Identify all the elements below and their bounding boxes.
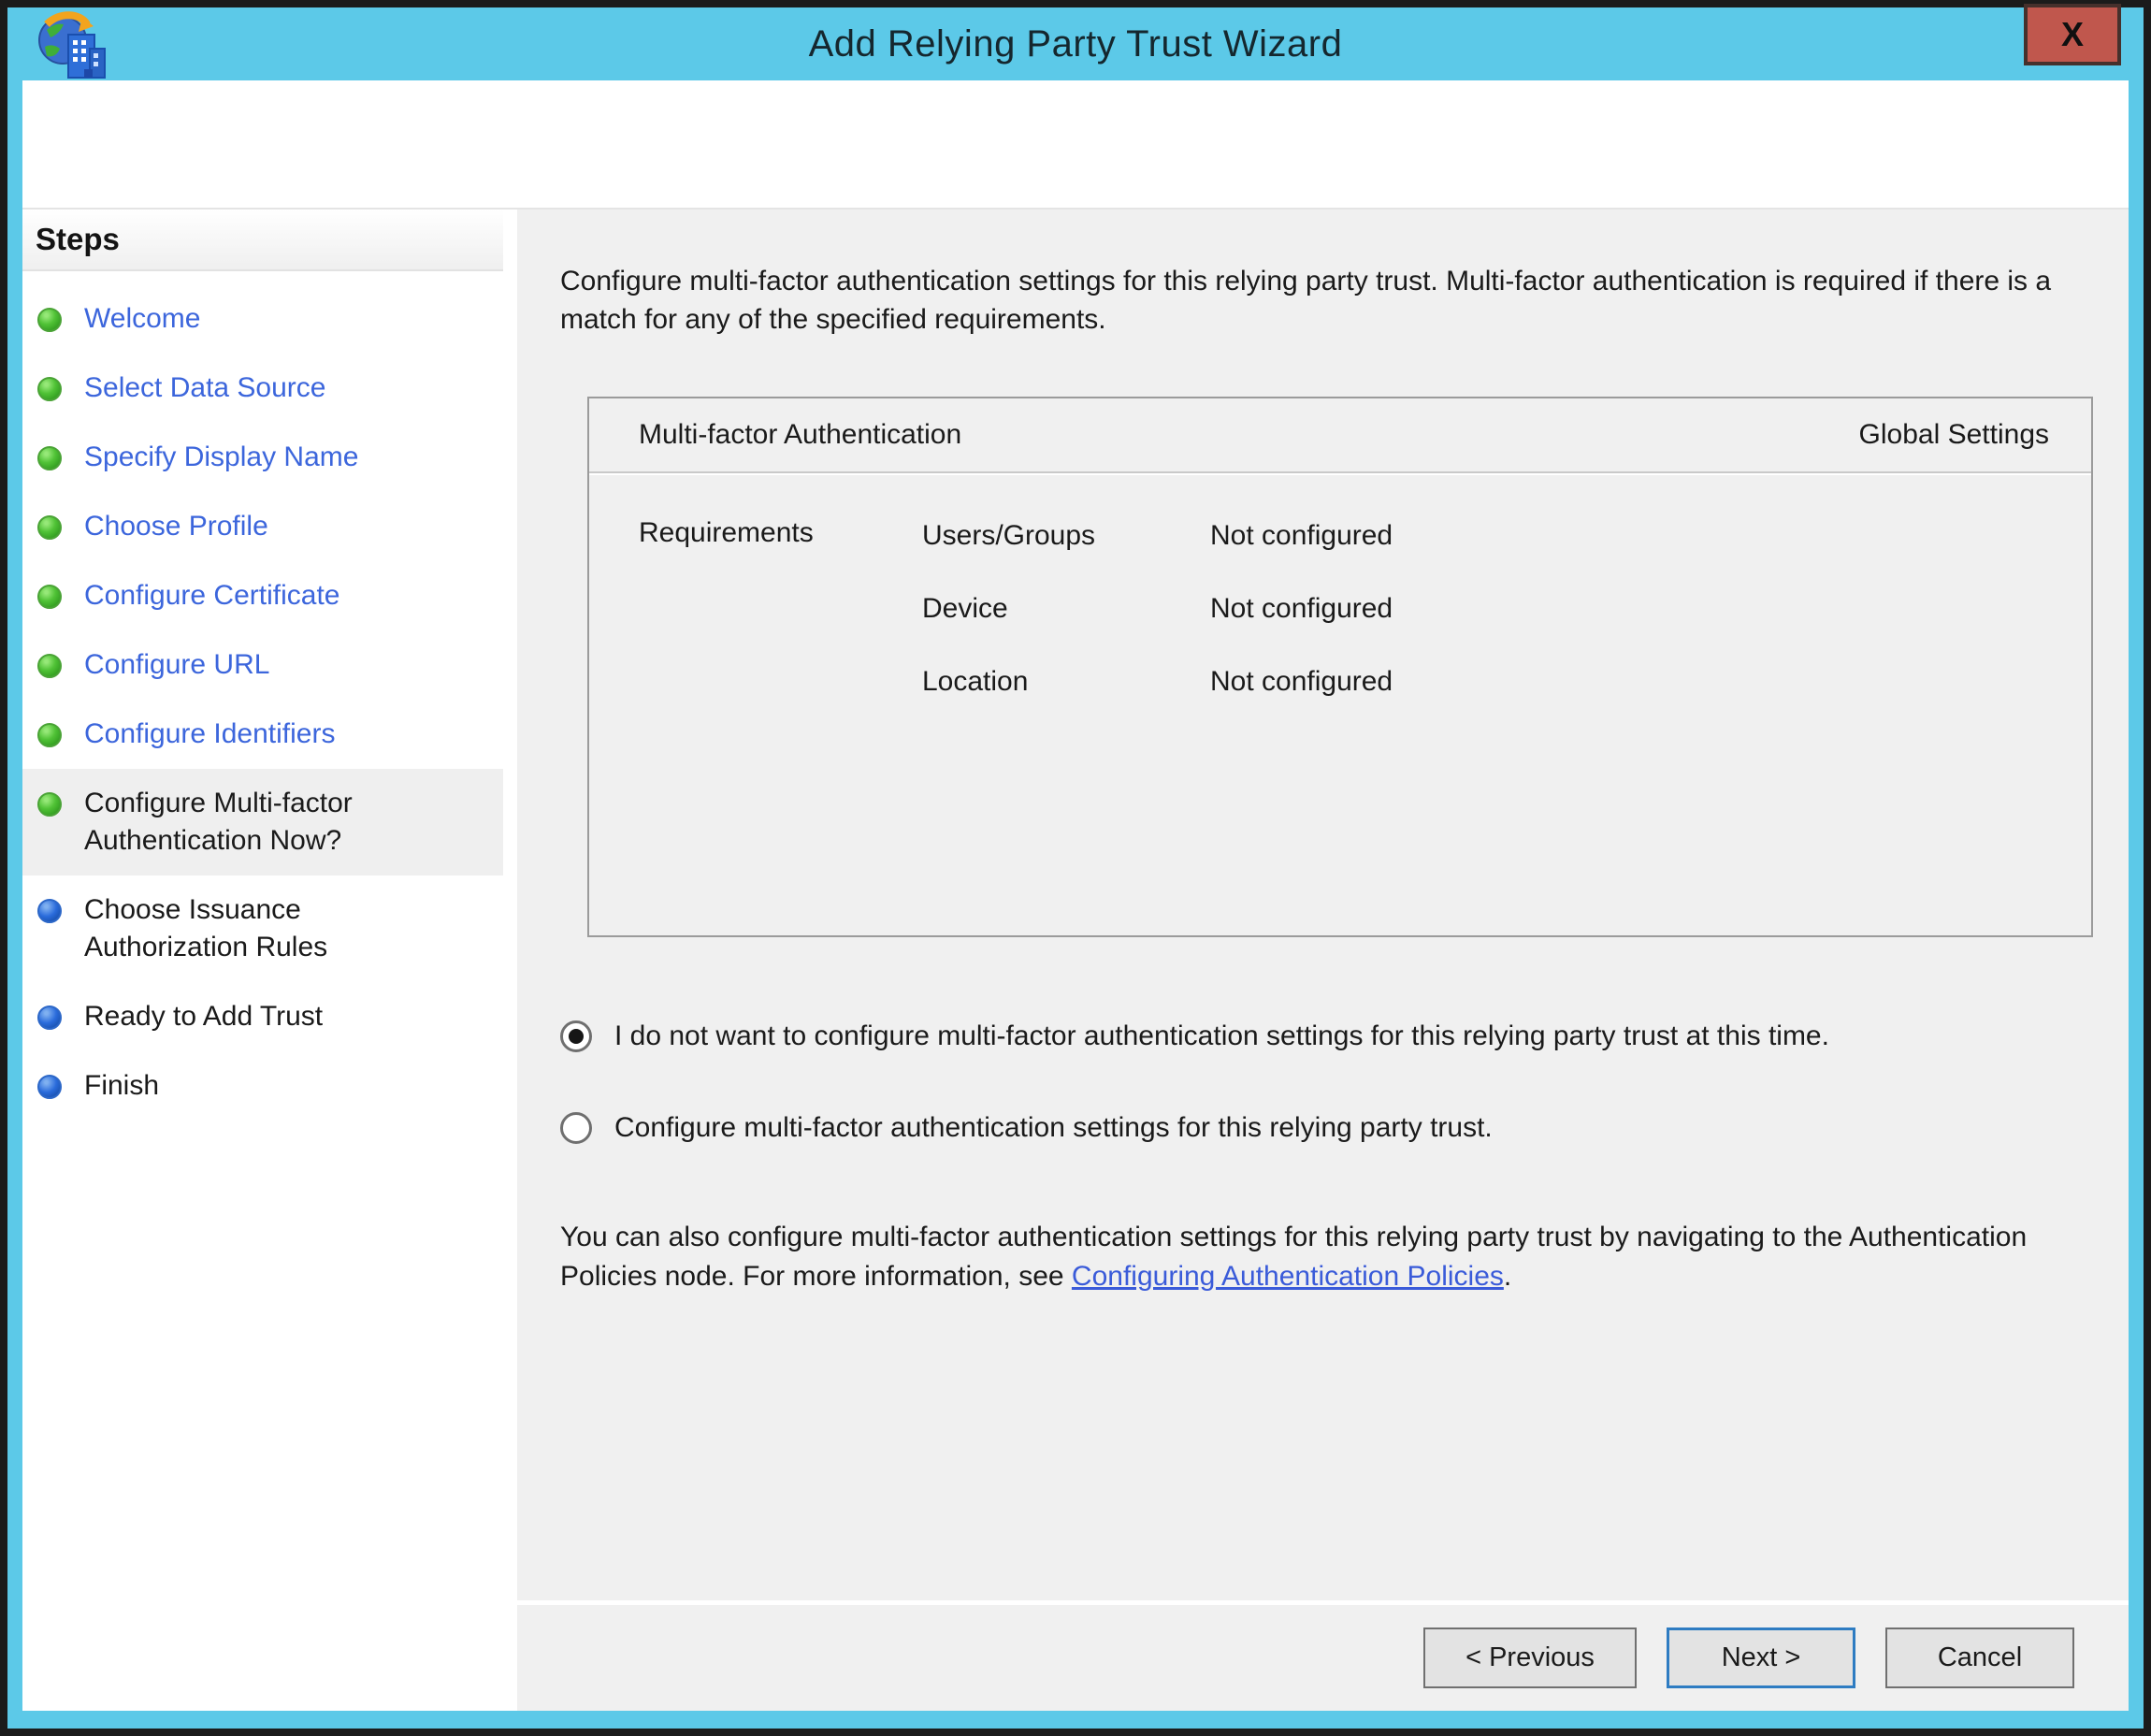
step-label: Configure Multi-factor Authentication No… <box>84 785 458 860</box>
radio-label: Configure multi-factor authentication se… <box>614 1109 1493 1147</box>
adfs-globe-buildings-icon <box>36 9 110 84</box>
window-title: Add Relying Party Trust Wizard <box>809 23 1343 65</box>
steps-heading-label: Steps <box>36 222 120 257</box>
requirement-name: Users/Groups <box>922 517 1210 555</box>
radio-do-not-configure-mfa[interactable]: I do not want to configure multi-factor … <box>560 1018 2091 1055</box>
step-configure-identifiers[interactable]: Configure Identifiers <box>22 700 503 769</box>
step-done-bullet-icon <box>37 792 62 817</box>
configuring-authentication-policies-link[interactable]: Configuring Authentication Policies <box>1072 1261 1504 1292</box>
step-done-bullet-icon <box>37 308 62 332</box>
steps-sidebar: Steps Welcome Select Data Source Specify… <box>22 210 503 1711</box>
footer-note: You can also configure multi-factor auth… <box>560 1218 2122 1296</box>
table-row: Device Not configured <box>922 590 2091 628</box>
step-done-bullet-icon <box>37 446 62 470</box>
wizard-page: Configure multi-factor authentication se… <box>517 210 2129 1711</box>
wizard-header-strip <box>22 80 2129 210</box>
step-label: Specify Display Name <box>84 439 358 476</box>
step-done-bullet-icon <box>37 723 62 747</box>
panel-body: Requirements Users/Groups Not configured… <box>589 473 2091 935</box>
step-done-bullet-icon <box>37 515 62 540</box>
wizard-window: Add Relying Party Trust Wizard X Steps W… <box>7 7 2144 1729</box>
requirements-label: Requirements <box>639 517 922 935</box>
table-row: Location Not configured <box>922 663 2091 701</box>
step-upcoming-bullet-icon <box>37 1005 62 1030</box>
step-upcoming-bullet-icon <box>37 899 62 923</box>
wizard-button-bar: < Previous Next > Cancel <box>517 1600 2129 1711</box>
step-label: Configure Certificate <box>84 577 339 615</box>
step-ready-to-add-trust: Ready to Add Trust <box>22 982 503 1051</box>
step-configure-url[interactable]: Configure URL <box>22 630 503 700</box>
steps-heading: Steps <box>22 210 503 271</box>
step-upcoming-bullet-icon <box>37 1075 62 1099</box>
step-specify-display-name[interactable]: Specify Display Name <box>22 423 503 492</box>
note-text-after-link: . <box>1504 1261 1511 1292</box>
step-label: Finish <box>84 1067 159 1105</box>
next-button[interactable]: Next > <box>1667 1628 1855 1688</box>
step-label: Welcome <box>84 300 200 338</box>
radio-selected-icon[interactable] <box>560 1020 592 1052</box>
step-configure-multi-factor-authentication-now: Configure Multi-factor Authentication No… <box>22 769 503 875</box>
cancel-button[interactable]: Cancel <box>1885 1628 2074 1688</box>
panel-title: Multi-factor Authentication <box>639 419 961 451</box>
radio-label: I do not want to configure multi-factor … <box>614 1018 1829 1055</box>
step-label: Select Data Source <box>84 369 325 407</box>
multi-factor-settings-panel: Multi-factor Authentication Global Setti… <box>587 397 2093 937</box>
panel-global-settings-label: Global Settings <box>1859 419 2049 451</box>
requirement-value: Not configured <box>1210 590 1393 628</box>
page-description: Configure multi-factor authentication se… <box>560 262 2122 339</box>
step-select-data-source[interactable]: Select Data Source <box>22 354 503 423</box>
step-done-bullet-icon <box>37 654 62 678</box>
radio-configure-mfa[interactable]: Configure multi-factor authentication se… <box>560 1109 2091 1147</box>
requirement-value: Not configured <box>1210 517 1393 555</box>
previous-button[interactable]: < Previous <box>1423 1628 1637 1688</box>
table-row: Users/Groups Not configured <box>922 517 2091 555</box>
step-welcome[interactable]: Welcome <box>22 284 503 354</box>
requirement-name: Device <box>922 590 1210 628</box>
step-configure-certificate[interactable]: Configure Certificate <box>22 561 503 630</box>
steps-list: Welcome Select Data Source Specify Displ… <box>22 271 503 1121</box>
step-label: Ready to Add Trust <box>84 998 323 1035</box>
wizard-body: Steps Welcome Select Data Source Specify… <box>22 210 2129 1711</box>
step-choose-profile[interactable]: Choose Profile <box>22 492 503 561</box>
step-label: Choose Profile <box>84 508 268 545</box>
step-label: Choose Issuance Authorization Rules <box>84 891 458 966</box>
panel-header: Multi-factor Authentication Global Setti… <box>589 398 2091 473</box>
radio-unselected-icon[interactable] <box>560 1112 592 1144</box>
step-done-bullet-icon <box>37 585 62 609</box>
requirement-name: Location <box>922 663 1210 701</box>
title-bar: Add Relying Party Trust Wizard X <box>22 7 2129 80</box>
step-done-bullet-icon <box>37 377 62 401</box>
requirements-rows: Users/Groups Not configured Device Not c… <box>922 517 2091 935</box>
step-finish: Finish <box>22 1051 503 1121</box>
step-choose-issuance-authorization-rules: Choose Issuance Authorization Rules <box>22 875 503 982</box>
step-label: Configure URL <box>84 646 269 684</box>
step-label: Configure Identifiers <box>84 716 335 753</box>
close-button[interactable]: X <box>2024 4 2121 65</box>
wizard-page-content: Configure multi-factor authentication se… <box>517 210 2129 1600</box>
requirement-value: Not configured <box>1210 663 1393 701</box>
